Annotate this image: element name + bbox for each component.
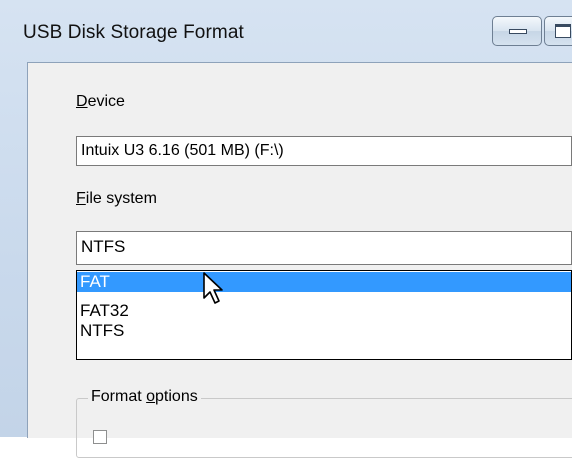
device-value: Intuix U3 6.16 (501 MB) (F:\) [81,142,284,159]
option-label: NTFS [80,321,125,340]
file-system-selected: NTFS [81,237,126,256]
maximize-button[interactable] [544,16,572,46]
format-options-label: Format options [88,388,201,406]
maximize-icon [555,24,571,38]
mouse-pointer-icon [203,272,223,304]
file-system-dropdown-list[interactable]: FAT FAT32 NTFS [76,270,572,360]
window-title: USB Disk Storage Format [23,22,244,43]
title-bar[interactable]: USB Disk Storage Format [0,0,572,62]
quick-format-checkbox[interactable] [93,430,107,444]
file-system-option-fat32[interactable]: FAT32 [77,301,571,321]
file-system-label: File system [76,190,157,207]
file-system-combobox[interactable]: NTFS [76,231,572,265]
minimize-icon [509,29,527,34]
format-options-group [76,398,572,458]
device-label: Device [76,93,125,110]
option-label: FAT [80,272,110,291]
minimize-button[interactable] [492,16,542,46]
file-system-option-ntfs[interactable]: NTFS [77,321,571,341]
device-field[interactable]: Intuix U3 6.16 (501 MB) (F:\) [76,136,572,166]
file-system-option-fat[interactable]: FAT [77,272,571,292]
option-label: FAT32 [80,301,129,320]
